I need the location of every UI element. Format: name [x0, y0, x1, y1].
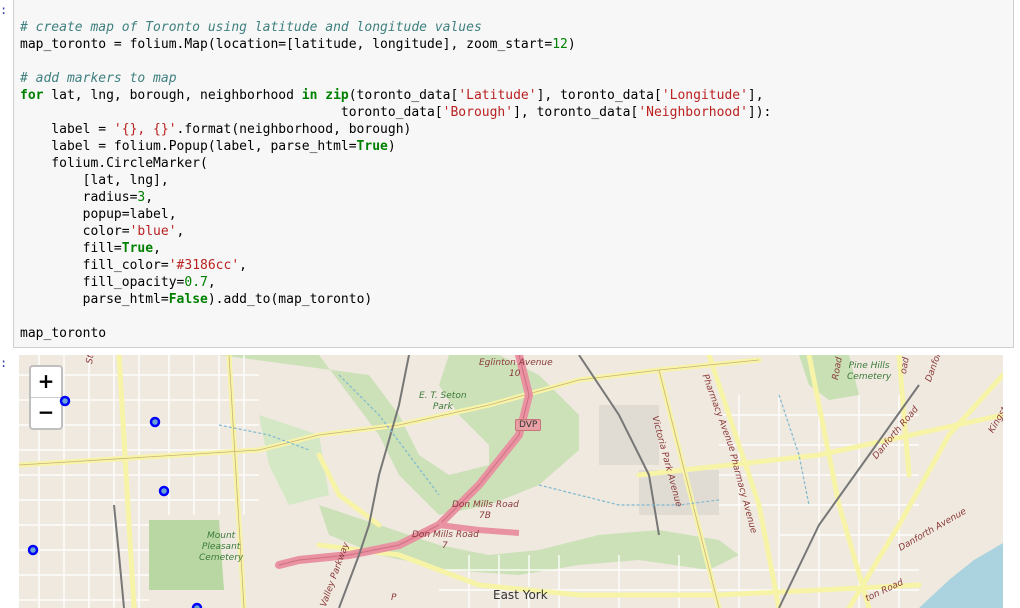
output-prompt: : [0, 356, 8, 370]
map-label-seton-park: E. T. Seton Park [419, 391, 467, 412]
map-label-eglinton-num: 10 [509, 369, 521, 379]
map-label-dvp: DVP [515, 419, 542, 431]
map-tiles[interactable] [19, 355, 1003, 608]
map-label-east-york: East York [493, 588, 548, 602]
code-cell-prompt: : [0, 3, 8, 17]
folium-map[interactable]: + − Eglinton Avenue 10 E. T. Seton Park … [19, 355, 1003, 608]
zoom-in-button[interactable]: + [31, 367, 61, 397]
code-comment: # create map of Toronto using latitude a… [20, 20, 482, 35]
map-label-pine-hills: Pine Hills Cemetery [847, 361, 892, 382]
map-label-don-mills-1: Don Mills Road [452, 500, 519, 510]
code-editor[interactable]: # create map of Toronto using latitude a… [20, 19, 771, 342]
zoom-control: + − [29, 365, 63, 430]
code-comment: # add markers to map [20, 71, 177, 86]
zoom-out-button[interactable]: − [31, 397, 61, 428]
map-label-bottom-p: P [391, 593, 397, 603]
map-label-don-mills-2-num: 7 [442, 541, 448, 551]
map-label-mount-pleasant: Mount Pleasant Cemetery [199, 531, 244, 563]
map-label-don-mills-1-num: 7B [479, 511, 491, 521]
code-cell[interactable]: # create map of Toronto using latitude a… [13, 0, 1014, 348]
map-label-eglinton: Eglinton Avenue [479, 358, 553, 368]
map-label-don-mills-2: Don Mills Road [412, 530, 479, 540]
